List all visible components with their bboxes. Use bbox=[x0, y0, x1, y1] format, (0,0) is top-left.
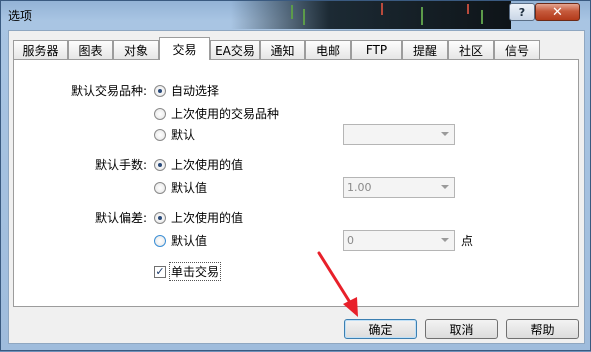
tab-bar: 服务器 图表 对象 交易 EA交易 通知 电邮 FTP 提醒 社区 信号 bbox=[13, 37, 583, 60]
close-button[interactable]: ✕ bbox=[535, 3, 580, 21]
cancel-button[interactable]: 取消 bbox=[425, 319, 498, 339]
checkbox-label: 单击交易 bbox=[169, 262, 222, 281]
symbol-default-radio[interactable]: 默认 bbox=[154, 126, 195, 143]
tab-server[interactable]: 服务器 bbox=[13, 40, 68, 59]
window-title: 选项 bbox=[8, 9, 33, 23]
chart-background bbox=[231, 1, 511, 29]
default-deviation-label: 默认偏差: bbox=[94, 211, 147, 225]
radio-indicator bbox=[154, 158, 166, 171]
chevron-down-icon bbox=[441, 238, 449, 242]
default-deviation-combo[interactable]: 0 bbox=[343, 230, 455, 251]
tab-objects[interactable]: 对象 bbox=[113, 40, 159, 59]
radio-indicator bbox=[154, 181, 166, 194]
tab-expert-advisors[interactable]: EA交易 bbox=[210, 40, 260, 59]
option-label: 默认值 bbox=[171, 181, 208, 195]
tab-ftp[interactable]: FTP bbox=[351, 40, 402, 59]
option-label: 上次使用的交易品种 bbox=[171, 107, 280, 121]
deviation-unit-label: 点 bbox=[461, 234, 474, 248]
help-title-button[interactable]: ? bbox=[509, 3, 535, 21]
chevron-down-icon bbox=[441, 132, 449, 136]
option-label: 上次使用的值 bbox=[171, 211, 244, 225]
title-bar[interactable]: 选项 ? ✕ bbox=[1, 1, 590, 29]
dialog-client: 服务器 图表 对象 交易 EA交易 通知 电邮 FTP 提醒 社区 信号 默认交… bbox=[8, 30, 585, 344]
tab-community[interactable]: 社区 bbox=[448, 40, 494, 59]
lots-default-radio[interactable]: 默认值 bbox=[154, 179, 207, 196]
combo-value: 1.00 bbox=[347, 181, 372, 194]
options-dialog: 选项 ? ✕ 服务器 图表 对象 交易 EA交易 通知 电邮 FTP 提醒 社区… bbox=[0, 0, 591, 351]
radio-indicator bbox=[154, 84, 166, 97]
tab-alerts[interactable]: 提醒 bbox=[402, 40, 448, 59]
deviation-default-radio[interactable]: 默认值 bbox=[154, 232, 207, 249]
deviation-last-used-radio[interactable]: 上次使用的值 bbox=[154, 209, 243, 226]
trade-settings-panel: 默认交易品种: 自动选择 上次使用的交易品种 默认 默认手数: 上次使用的值 默… bbox=[13, 59, 579, 307]
radio-indicator bbox=[154, 234, 166, 247]
radio-indicator bbox=[154, 211, 166, 224]
tab-notifications[interactable]: 通知 bbox=[260, 40, 305, 59]
option-label: 默认值 bbox=[171, 234, 208, 248]
ok-button[interactable]: 确定 bbox=[344, 319, 417, 339]
radio-indicator bbox=[154, 128, 166, 141]
default-symbol-select[interactable] bbox=[343, 124, 455, 145]
default-lots-combo[interactable]: 1.00 bbox=[343, 177, 455, 198]
radio-indicator bbox=[154, 107, 166, 120]
help-button[interactable]: 帮助 bbox=[506, 319, 579, 339]
symbol-auto-radio[interactable]: 自动选择 bbox=[154, 82, 219, 99]
tab-signals[interactable]: 信号 bbox=[494, 40, 540, 59]
one-click-trading-checkbox[interactable]: ✓ 单击交易 bbox=[154, 262, 222, 281]
tab-trade[interactable]: 交易 bbox=[159, 37, 210, 60]
default-symbol-label: 默认交易品种: bbox=[70, 84, 147, 98]
default-lots-label: 默认手数: bbox=[94, 158, 147, 172]
tab-email[interactable]: 电邮 bbox=[305, 40, 351, 59]
option-label: 上次使用的值 bbox=[171, 158, 244, 172]
chevron-down-icon bbox=[441, 185, 449, 189]
option-label: 默认 bbox=[171, 128, 196, 142]
lots-last-used-radio[interactable]: 上次使用的值 bbox=[154, 156, 243, 173]
symbol-last-used-radio[interactable]: 上次使用的交易品种 bbox=[154, 105, 279, 122]
tab-charts[interactable]: 图表 bbox=[68, 40, 113, 59]
checkbox-check-icon: ✓ bbox=[154, 265, 166, 278]
option-label: 自动选择 bbox=[171, 84, 220, 98]
combo-value: 0 bbox=[347, 234, 354, 247]
